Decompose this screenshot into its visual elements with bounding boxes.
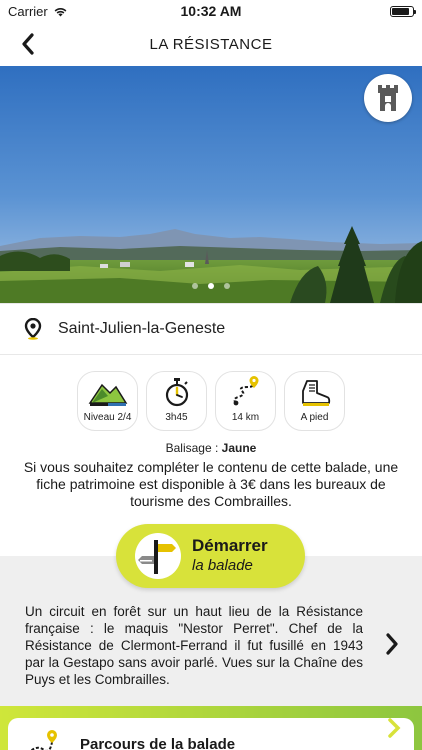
route-card[interactable]: Parcours de la balade [0, 706, 422, 750]
start-walk-text: Démarrer la balade [192, 536, 268, 576]
status-bar: Carrier 10:32 AM [0, 0, 422, 22]
gallery-pagination [0, 283, 422, 289]
status-left: Carrier [8, 4, 68, 19]
page-title: LA RÉSISTANCE [149, 35, 273, 53]
route-card-label: Parcours de la balade [80, 736, 236, 750]
pagination-dot[interactable] [224, 283, 230, 289]
pagination-dot[interactable] [208, 283, 214, 289]
feature-label: 14 km [231, 412, 260, 423]
waymarking-value: Jaune [221, 441, 257, 455]
feature-label: 3h45 [165, 412, 188, 423]
feature-distance: 14 km [215, 371, 276, 431]
route-map-icon [30, 730, 57, 750]
hiking-boot-icon [301, 380, 330, 406]
start-walk-button[interactable]: Démarrer la balade [116, 524, 305, 588]
description-more-button[interactable] [380, 630, 404, 658]
stopwatch-icon [165, 378, 188, 407]
start-walk-sublabel: la balade [192, 557, 253, 574]
location-pin-icon [24, 318, 42, 340]
chevron-right-icon [386, 633, 398, 655]
landscape-photo [0, 66, 422, 303]
battery-icon [390, 5, 416, 17]
location-row: Saint-Julien-la-Geneste [0, 303, 422, 355]
start-walk-label: Démarrer [192, 536, 268, 555]
battery-level [392, 7, 409, 15]
feature-mode: A pied [284, 371, 345, 431]
chevron-right-icon [388, 718, 401, 738]
carrier-label: Carrier [8, 3, 48, 19]
tower-icon [378, 85, 398, 111]
walk-features: Niveau 2/4 3h45 14 km A pied [0, 371, 422, 431]
route-distance-icon [232, 376, 258, 406]
signpost-icon [135, 533, 181, 579]
difficulty-hills-icon [88, 383, 127, 406]
waymarking-label: Balisage : [165, 441, 219, 455]
back-button[interactable] [12, 28, 44, 60]
route-card-body: Parcours de la balade [8, 718, 414, 750]
chevron-left-icon [22, 33, 34, 55]
nav-bar: LA RÉSISTANCE [0, 22, 422, 66]
photo-gallery[interactable] [0, 66, 422, 303]
wifi-icon [54, 7, 67, 16]
feature-label: Niveau 2/4 [83, 412, 132, 423]
feature-label: A pied [300, 412, 329, 423]
waymarking-info: Balisage : Jaune [0, 441, 422, 455]
walk-description: Un circuit en forêt sur un haut lieu de … [25, 604, 363, 687]
feature-difficulty: Niveau 2/4 [77, 371, 138, 431]
heritage-tower-button[interactable] [364, 74, 412, 122]
feature-duration: 3h45 [146, 371, 207, 431]
location-name: Saint-Julien-la-Geneste [58, 320, 226, 337]
heritage-sheet-notice: Si vous souhaitez compléter le contenu d… [23, 459, 399, 509]
pagination-dot[interactable] [192, 283, 198, 289]
